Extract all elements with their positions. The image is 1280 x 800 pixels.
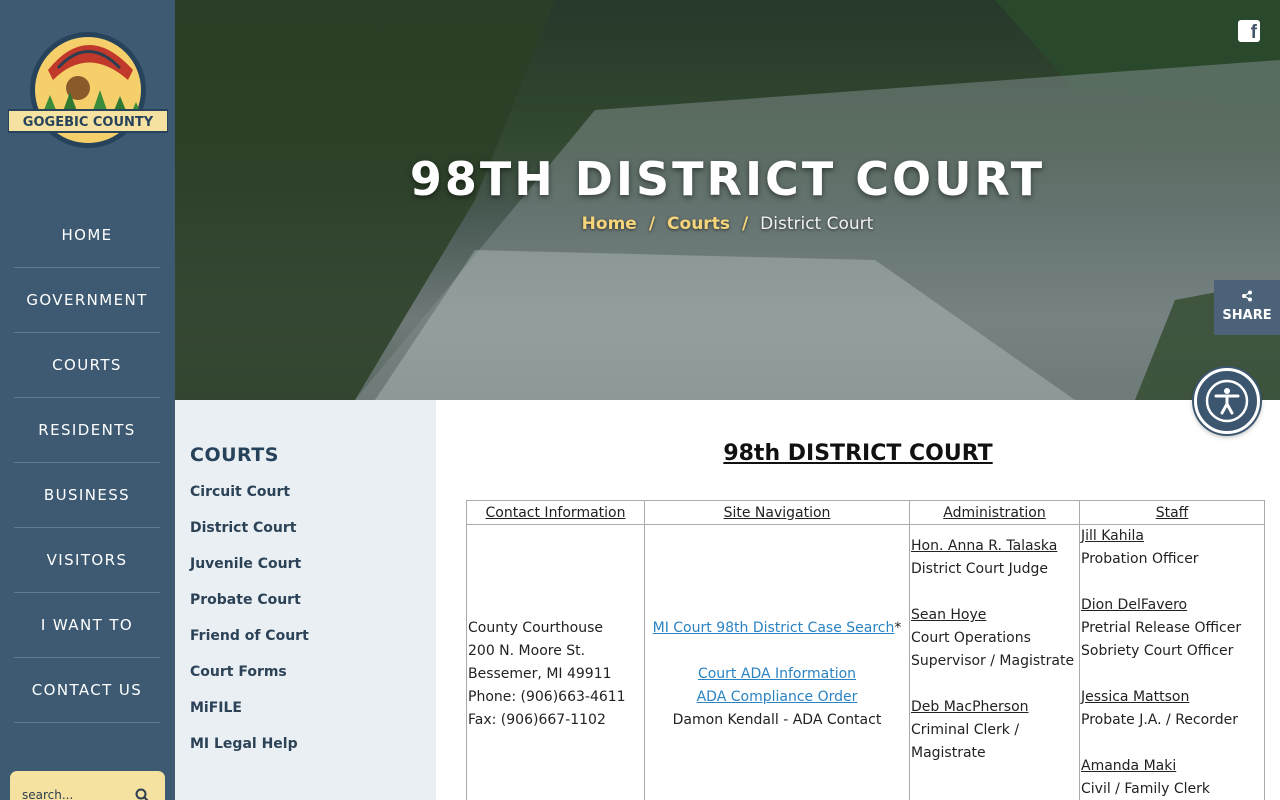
staff-role: Civil / Family Clerk	[1081, 781, 1210, 797]
header-contact-information: Contact Information	[466, 500, 645, 525]
court-info-table: Contact Information Site Navigation Admi…	[466, 500, 1265, 800]
staff-name[interactable]: Jessica Mattson	[1081, 686, 1263, 709]
contact-line: Phone: (906)663-4611	[468, 689, 626, 705]
content-title: 98th DISTRICT COURT	[723, 441, 993, 466]
contact-line: County Courthouse	[468, 620, 603, 636]
sidebar: GOGEBIC COUNTY HOME GOVERNMENT COURTS RE…	[0, 0, 175, 800]
breadcrumb-current: District Court	[760, 214, 874, 234]
staff-name[interactable]: Jill Kahila	[1081, 525, 1263, 548]
main-content: 98th DISTRICT COURT Contact Information …	[436, 400, 1280, 800]
table-row: County Courthouse 200 N. Moore St. Besse…	[466, 524, 1265, 800]
subnav-item-district-court[interactable]: District Court	[190, 520, 309, 556]
search-input[interactable]	[22, 788, 127, 800]
breadcrumb-separator: /	[648, 214, 656, 234]
staff-role: Pretrial Release Officer	[1081, 620, 1242, 636]
nav-item-business[interactable]: BUSINESS	[14, 463, 160, 528]
staff-role: Probation Officer	[1081, 551, 1199, 567]
share-icon	[1242, 290, 1252, 302]
contact-line: Bessemer, MI 49911	[468, 666, 612, 682]
subnav-item-juvenile-court[interactable]: Juvenile Court	[190, 556, 309, 592]
share-button[interactable]: SHARE	[1214, 280, 1280, 335]
staff-name[interactable]: Dion DelFavero	[1081, 594, 1263, 617]
staff-name[interactable]: Amanda Maki	[1081, 755, 1263, 778]
breadcrumb-courts[interactable]: Courts	[667, 214, 730, 234]
header-staff: Staff	[1079, 500, 1265, 525]
subnav-item-circuit-court[interactable]: Circuit Court	[190, 484, 309, 520]
staff-role: Probate J.A. / Recorder	[1081, 712, 1238, 728]
share-label: SHARE	[1222, 308, 1272, 323]
court-ada-information-link[interactable]: Court ADA Information	[698, 666, 856, 682]
hero-banner: 98TH DISTRICT COURT Home / Courts / District…	[175, 0, 1280, 400]
main-nav: HOME GOVERNMENT COURTS RESIDENTS BUSINES…	[14, 203, 160, 723]
subnav-item-mi-legal-help[interactable]: MI Legal Help	[190, 736, 309, 772]
header-administration: Administration	[909, 500, 1080, 525]
nav-item-contact-us[interactable]: CONTACT US	[14, 658, 160, 723]
gogebic-county-logo[interactable]: GOGEBIC COUNTY	[8, 30, 168, 155]
nav-item-government[interactable]: GOVERNMENT	[14, 268, 160, 333]
svg-text:GOGEBIC COUNTY: GOGEBIC COUNTY	[23, 115, 154, 130]
nav-item-courts[interactable]: COURTS	[14, 333, 160, 398]
case-search-link[interactable]: MI Court 98th District Case Search	[653, 620, 895, 636]
table-header-row: Contact Information Site Navigation Admi…	[466, 500, 1265, 525]
ada-contact-text: Damon Kendall - ADA Contact	[672, 712, 882, 728]
search-box	[10, 771, 165, 800]
contact-line: 200 N. Moore St.	[468, 643, 586, 659]
subnav-item-court-forms[interactable]: Court Forms	[190, 664, 309, 700]
breadcrumb: Home / Courts / District Court	[175, 214, 1280, 234]
admin-name[interactable]: Hon. Anna R. Talaska	[911, 535, 1078, 558]
admin-role: Criminal Clerk / Magistrate	[911, 722, 1020, 761]
admin-name[interactable]: Sean Hoye	[911, 604, 1078, 627]
courts-subnav: COURTS Circuit Court District Court Juve…	[175, 400, 436, 800]
admin-role: Court Operations Supervisor / Magistrate	[911, 630, 1075, 669]
breadcrumb-separator: /	[741, 214, 749, 234]
subnav-item-friend-of-court[interactable]: Friend of Court	[190, 628, 309, 664]
admin-role: District Court Judge	[911, 561, 1049, 577]
contact-line: Fax: (906)667-1102	[468, 712, 606, 728]
header-site-navigation: Site Navigation	[644, 500, 910, 525]
navigation-cell: MI Court 98th District Case Search* Cour…	[644, 524, 910, 800]
nav-item-residents[interactable]: RESIDENTS	[14, 398, 160, 463]
staff-role: Sobriety Court Officer	[1081, 643, 1234, 659]
nav-item-i-want-to[interactable]: I WANT TO	[14, 593, 160, 658]
page-title: 98TH DISTRICT COURT	[409, 152, 1046, 206]
admin-name[interactable]: Deb MacPherson	[911, 696, 1078, 719]
subnav-item-mifile[interactable]: MiFILE	[190, 700, 309, 736]
ada-compliance-order-link[interactable]: ADA Compliance Order	[697, 689, 858, 705]
facebook-icon[interactable]: f	[1238, 20, 1260, 43]
staff-cell: Jill Kahila Probation Officer Dion DelFa…	[1079, 524, 1265, 800]
contact-cell: County Courthouse 200 N. Moore St. Besse…	[466, 524, 645, 800]
breadcrumb-home[interactable]: Home	[582, 214, 637, 234]
nav-item-visitors[interactable]: VISITORS	[14, 528, 160, 593]
administration-cell: Hon. Anna R. Talaska District Court Judg…	[909, 524, 1080, 800]
nav-item-home[interactable]: HOME	[14, 203, 160, 268]
asterisk: *	[894, 620, 902, 636]
subnav-item-probate-court[interactable]: Probate Court	[190, 592, 309, 628]
search-icon[interactable]	[135, 788, 149, 800]
subnav-title: COURTS	[190, 444, 279, 466]
